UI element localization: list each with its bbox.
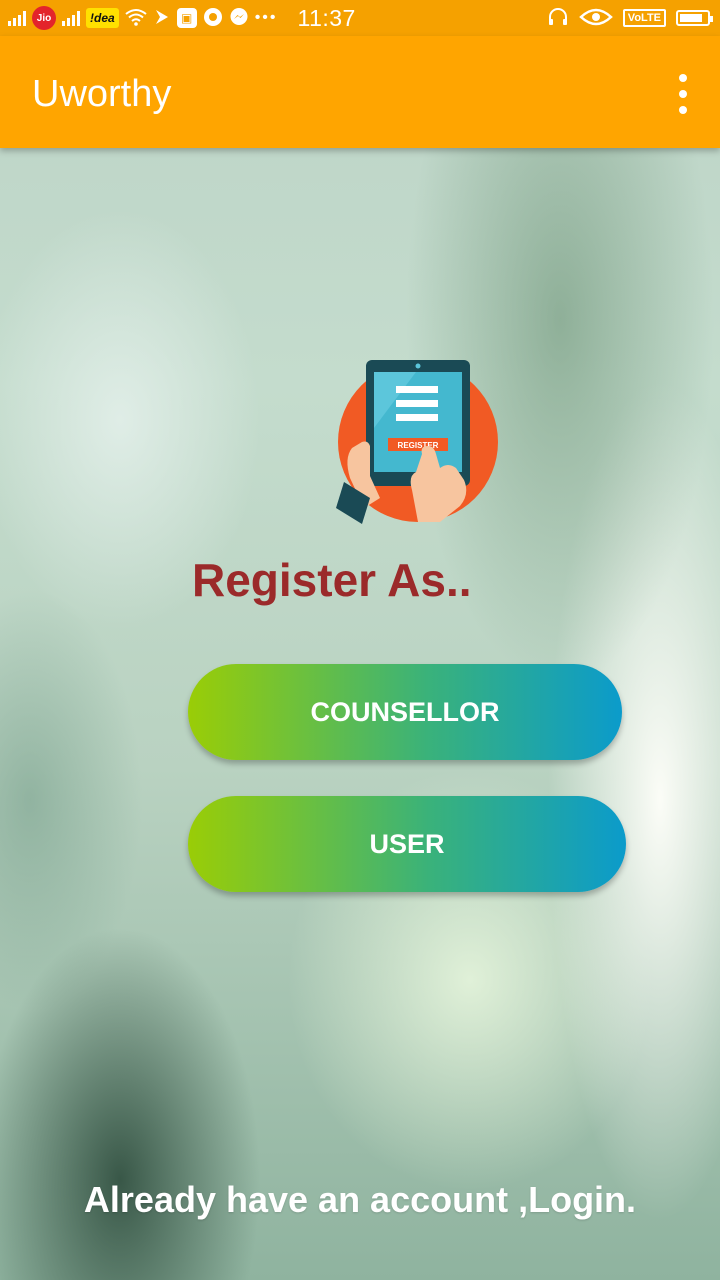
android-icon: ▣	[176, 8, 197, 28]
user-button[interactable]: USER	[188, 796, 626, 892]
messenger-icon	[229, 7, 249, 30]
status-bar: Jio !dea ▣ ••• 11:37 VoLTE	[0, 0, 720, 36]
register-tablet-icon: REGISTER	[336, 358, 500, 524]
more-vert-icon[interactable]	[676, 74, 690, 114]
clock: 11:37	[297, 4, 356, 31]
blurred-background	[0, 0, 720, 1280]
chrome-icon	[203, 7, 223, 30]
signal-icon	[62, 10, 80, 26]
counsellor-button[interactable]: COUNSELLOR	[188, 664, 622, 760]
volte-icon: VoLTE	[622, 9, 666, 27]
page-title: Register As..	[192, 554, 472, 606]
login-link[interactable]: Already have an account ,Login.	[0, 1178, 720, 1222]
headset-icon	[547, 7, 569, 30]
app-bar: Uworthy	[0, 36, 720, 148]
jio-icon: Jio	[32, 6, 56, 30]
idea-icon: !dea	[86, 8, 119, 28]
wifi-icon	[125, 8, 147, 29]
flag-icon	[153, 8, 171, 29]
more-dots-icon: •••	[254, 9, 278, 26]
app-title: Uworthy	[32, 73, 172, 115]
battery-icon	[676, 10, 713, 26]
eye-icon	[578, 7, 613, 30]
signal-icon	[8, 10, 26, 26]
